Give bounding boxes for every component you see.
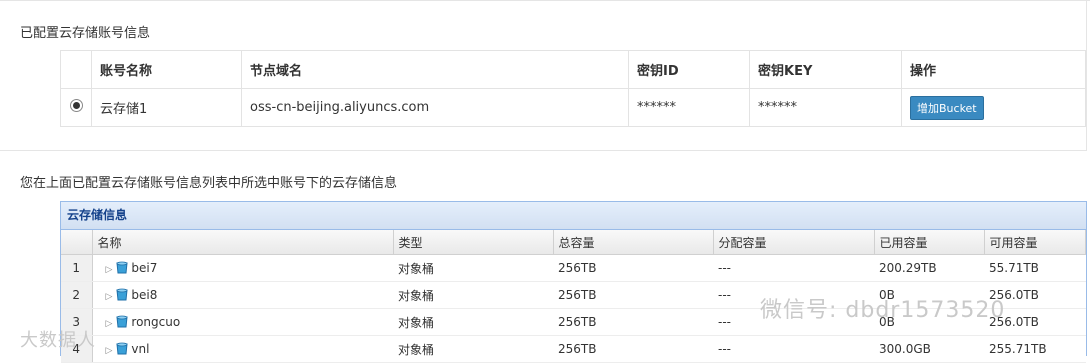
add-bucket-button[interactable]: 增加Bucket bbox=[910, 95, 984, 120]
account-section-title: 已配置云存储账号信息 bbox=[20, 26, 151, 41]
account-table-header: 账号名称 节点域名 密钥ID 密钥KEY 操作 bbox=[60, 50, 1086, 89]
account-row[interactable]: 云存储1 oss-cn-beijing.aliyuncs.com ****** … bbox=[60, 88, 1086, 127]
bucket-allocated: --- bbox=[713, 335, 874, 363]
storage-grid: 名称 类型 总容量 分配容量 已用容量 可用容量 1 ▷ bei7 对象桶 256TB -… bbox=[61, 230, 1086, 363]
storage-panel-title: 云存储信息 bbox=[61, 202, 1086, 230]
account-domain: oss-cn-beijing.aliyuncs.com bbox=[241, 88, 629, 127]
bucket-icon bbox=[116, 315, 128, 328]
bucket-allocated: --- bbox=[713, 281, 874, 309]
row-number: 2 bbox=[61, 281, 93, 309]
bucket-name: bei8 bbox=[131, 288, 158, 302]
table-row[interactable]: 2 ▷ bei8 对象桶 256TB --- 0B 256.0TB bbox=[61, 281, 1086, 309]
row-number: 3 bbox=[61, 308, 93, 336]
bucket-name-cell[interactable]: ▷ vnl bbox=[92, 335, 393, 363]
col-actions: 操作 bbox=[901, 50, 1086, 89]
bucket-type: 对象桶 bbox=[393, 308, 553, 336]
col-type[interactable]: 类型 bbox=[393, 230, 554, 255]
account-table: 账号名称 节点域名 密钥ID 密钥KEY 操作 云存储1 oss-cn-beij… bbox=[60, 50, 1086, 127]
bucket-name-cell[interactable]: ▷ bei7 bbox=[92, 254, 393, 282]
col-name[interactable]: 名称 bbox=[92, 230, 394, 255]
col-key-id: 密钥ID bbox=[628, 50, 750, 89]
bucket-used: 0B bbox=[874, 308, 984, 336]
expand-arrow-icon[interactable]: ▷ bbox=[106, 319, 113, 329]
row-number: 4 bbox=[61, 335, 93, 363]
bucket-icon bbox=[116, 342, 128, 355]
col-total[interactable]: 总容量 bbox=[553, 230, 714, 255]
col-used[interactable]: 已用容量 bbox=[874, 230, 985, 255]
table-row[interactable]: 3 ▷ rongcuo 对象桶 256TB --- 0B 256.0TB bbox=[61, 308, 1086, 336]
expand-arrow-icon[interactable]: ▷ bbox=[106, 265, 113, 275]
col-available[interactable]: 可用容量 bbox=[984, 230, 1086, 255]
bucket-total: 256TB bbox=[553, 281, 713, 309]
select-column-header bbox=[60, 50, 92, 89]
bucket-total: 256TB bbox=[553, 254, 713, 282]
bucket-used: 300.0GB bbox=[874, 335, 984, 363]
col-node-domain: 节点域名 bbox=[241, 50, 629, 89]
bucket-allocated: --- bbox=[713, 254, 874, 282]
account-key-secret: ****** bbox=[749, 88, 902, 127]
bucket-type: 对象桶 bbox=[393, 281, 553, 309]
bucket-available: 256.0TB bbox=[984, 281, 1086, 309]
bucket-type: 对象桶 bbox=[393, 254, 553, 282]
bucket-type: 对象桶 bbox=[393, 335, 553, 363]
bucket-total: 256TB bbox=[553, 335, 713, 363]
bucket-icon bbox=[116, 261, 128, 274]
bucket-name: vnl bbox=[131, 342, 150, 356]
bucket-name-cell[interactable]: ▷ rongcuo bbox=[92, 308, 393, 336]
table-row[interactable]: 4 ▷ vnl 对象桶 256TB --- 300.0GB 255.71TB bbox=[61, 335, 1086, 363]
row-number-header bbox=[61, 230, 93, 255]
expand-arrow-icon[interactable]: ▷ bbox=[106, 292, 113, 302]
bucket-name-cell[interactable]: ▷ bei8 bbox=[92, 281, 393, 309]
bucket-used: 200.29TB bbox=[874, 254, 984, 282]
col-key-secret: 密钥KEY bbox=[749, 50, 902, 89]
account-name: 云存储1 bbox=[91, 88, 242, 127]
grid-header: 名称 类型 总容量 分配容量 已用容量 可用容量 bbox=[61, 230, 1086, 255]
col-allocated[interactable]: 分配容量 bbox=[713, 230, 875, 255]
bucket-available: 255.71TB bbox=[984, 335, 1086, 363]
bucket-icon bbox=[116, 288, 128, 301]
bucket-available: 55.71TB bbox=[984, 254, 1086, 282]
account-key-id: ****** bbox=[628, 88, 750, 127]
account-radio[interactable] bbox=[70, 99, 83, 112]
bucket-name: rongcuo bbox=[131, 315, 181, 329]
bucket-name: bei7 bbox=[131, 261, 158, 275]
storage-section-title: 您在上面已配置云存储账号信息列表中所选中账号下的云存储信息 bbox=[20, 176, 398, 191]
bucket-total: 256TB bbox=[553, 308, 713, 336]
bucket-available: 256.0TB bbox=[984, 308, 1086, 336]
table-row[interactable]: 1 ▷ bei7 对象桶 256TB --- 200.29TB 55.71TB bbox=[61, 254, 1086, 282]
col-account-name: 账号名称 bbox=[91, 50, 242, 89]
row-number: 1 bbox=[61, 254, 93, 282]
storage-panel: 云存储信息 名称 类型 总容量 分配容量 已用容量 可用容量 1 ▷ bei7 对象桶… bbox=[60, 201, 1087, 363]
bucket-used: 0B bbox=[874, 281, 984, 309]
bucket-allocated: --- bbox=[713, 308, 874, 336]
